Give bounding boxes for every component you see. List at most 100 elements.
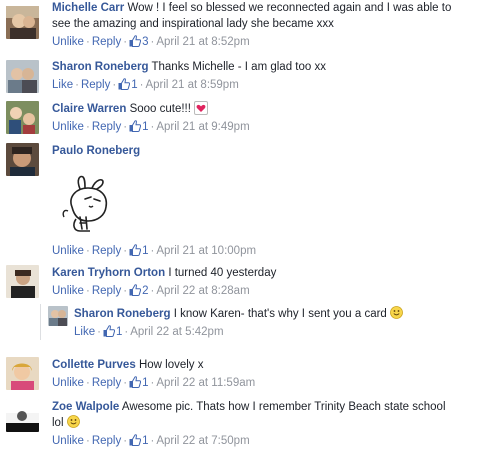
separator-dot: · [150, 245, 155, 257]
reply-thread-line [40, 304, 41, 340]
reply-link[interactable]: Reply [81, 79, 110, 91]
timestamp[interactable]: April 22 at 5:42pm [130, 326, 223, 338]
timestamp[interactable]: April 21 at 9:49pm [156, 121, 249, 133]
avatar-image [6, 399, 39, 432]
thumbs-up-icon [129, 120, 142, 132]
comment-body: Karen Tryhorn Orton I turned 40 yesterda… [52, 265, 492, 299]
avatar[interactable] [6, 143, 39, 176]
thumbs-up-icon [129, 35, 142, 47]
avatar[interactable] [6, 399, 39, 432]
comment-body: Collette Purves How lovely x Unlike · Repl… [52, 357, 492, 391]
comment-body: Paulo Roneberg Unlike · Reply · 1 · April 21 a… [52, 143, 492, 257]
separator-dot: · [150, 121, 155, 133]
separator-dot: · [150, 285, 155, 297]
timestamp[interactable]: April 21 at 8:59pm [145, 79, 238, 91]
timestamp[interactable]: April 22 at 8:28am [156, 285, 249, 297]
heart-emoji-icon [193, 101, 208, 115]
comment-text: Wow ! I feel so blessed we reconnected a… [127, 2, 452, 14]
unlike-link[interactable]: Unlike [52, 377, 84, 389]
avatar-image [6, 143, 39, 176]
comment-body: Sharon Roneberg Thanks Michelle - I am g… [52, 59, 492, 93]
thumbs-up-icon [118, 78, 131, 90]
sticker-image[interactable] [58, 171, 124, 237]
separator-dot: · [139, 79, 144, 91]
reply-sharon-roneberg: Sharon Roneberg I know Karen- that's why… [48, 306, 492, 342]
smile-emoji-icon [389, 306, 403, 319]
comment-text: I turned 40 yesterday [168, 267, 277, 279]
smile-icon [389, 306, 403, 319]
comment-actions: Unlike · Reply · 1 · April 22 at 11:59am [52, 375, 492, 391]
comment-text-continued: see the amazing and inspirational lady s… [52, 18, 334, 30]
comment-author[interactable]: Claire Warren [52, 103, 126, 115]
comment-text: Awesome pic. Thats how I remember Trinit… [121, 401, 446, 413]
separator-dot: · [85, 245, 90, 257]
reply-link[interactable]: Reply [92, 285, 121, 297]
avatar[interactable] [48, 306, 68, 326]
separator-dot: · [97, 326, 101, 338]
timestamp[interactable]: April 22 at 11:59am [156, 377, 255, 389]
avatar[interactable] [6, 101, 39, 134]
thumbs-up-icon [129, 434, 142, 446]
like-count-value: 1 [142, 245, 149, 257]
reply-link[interactable]: Reply [92, 121, 121, 133]
unlike-link[interactable]: Unlike [52, 121, 84, 133]
avatar[interactable] [6, 357, 39, 390]
smile-emoji-icon [66, 415, 80, 428]
comment-text: Thanks Michelle - I am glad too xx [151, 61, 326, 73]
unlike-link[interactable]: Unlike [52, 245, 84, 257]
like-link[interactable]: Like [52, 79, 73, 91]
comment-actions: Unlike · Reply · 1 · April 21 at 9:49pm [52, 119, 492, 135]
separator-dot: · [85, 285, 90, 297]
like-count[interactable]: 3 [129, 35, 148, 48]
comment-body: Claire Warren Sooo cute!!! Unlike · Reply ·… [52, 101, 492, 135]
like-count[interactable]: 2 [129, 284, 148, 297]
timestamp[interactable]: April 22 at 7:50pm [156, 435, 249, 447]
timestamp[interactable]: April 21 at 8:52pm [156, 36, 249, 48]
comment-author[interactable]: Karen Tryhorn Orton [52, 267, 165, 279]
separator-dot: · [85, 121, 90, 133]
avatar[interactable] [6, 265, 39, 298]
comment-body: Michelle Carr Wow ! I feel so blessed we… [52, 0, 492, 50]
avatar-image [6, 101, 39, 134]
smile-icon [66, 415, 80, 428]
comment-body: Sharon Roneberg I know Karen- that's why… [74, 306, 492, 340]
like-count[interactable]: 1 [129, 244, 149, 257]
comment-actions: Unlike · Reply · 1 · April 22 at 7:50pm [52, 433, 492, 449]
reply-link[interactable]: Reply [92, 377, 121, 389]
unlike-link[interactable]: Unlike [52, 435, 84, 447]
avatar-image [6, 6, 39, 39]
thumbs-up-icon [103, 325, 115, 337]
avatar[interactable] [6, 60, 39, 93]
reply-link[interactable]: Reply [92, 245, 121, 257]
like-count[interactable]: 1 [129, 120, 148, 133]
like-count-value: 1 [115, 326, 123, 338]
like-link[interactable]: Like [74, 326, 95, 338]
separator-dot: · [123, 285, 128, 297]
reply-link[interactable]: Reply [92, 435, 121, 447]
heart-icon [196, 104, 206, 112]
comment-author[interactable]: Michelle Carr [52, 2, 124, 14]
avatar-image [6, 357, 39, 390]
unlike-link[interactable]: Unlike [52, 36, 84, 48]
separator-dot: · [123, 377, 128, 389]
comment-author[interactable]: Zoe Walpole [52, 401, 119, 413]
like-count[interactable]: 1 [129, 376, 148, 389]
comment-author[interactable]: Collette Purves [52, 359, 136, 371]
comment-actions: Like · Reply · 1 · April 21 at 8:59pm [52, 77, 492, 93]
separator-dot: · [85, 377, 90, 389]
comment-author[interactable]: Sharon Roneberg [52, 61, 148, 73]
avatar-image [6, 265, 39, 298]
separator-dot: · [85, 36, 90, 48]
separator-dot: · [124, 326, 129, 338]
separator-dot: · [123, 121, 128, 133]
like-count[interactable]: 1 [103, 325, 123, 338]
reply-link[interactable]: Reply [92, 36, 121, 48]
like-count[interactable]: 1 [118, 78, 138, 91]
timestamp[interactable]: April 21 at 10:00pm [156, 245, 256, 257]
like-count[interactable]: 1 [129, 434, 148, 447]
avatar[interactable] [6, 6, 39, 39]
comment-author[interactable]: Sharon Roneberg [74, 308, 170, 320]
thumbs-up-icon [129, 376, 142, 388]
unlike-link[interactable]: Unlike [52, 285, 84, 297]
comment-author[interactable]: Paulo Roneberg [52, 145, 140, 157]
